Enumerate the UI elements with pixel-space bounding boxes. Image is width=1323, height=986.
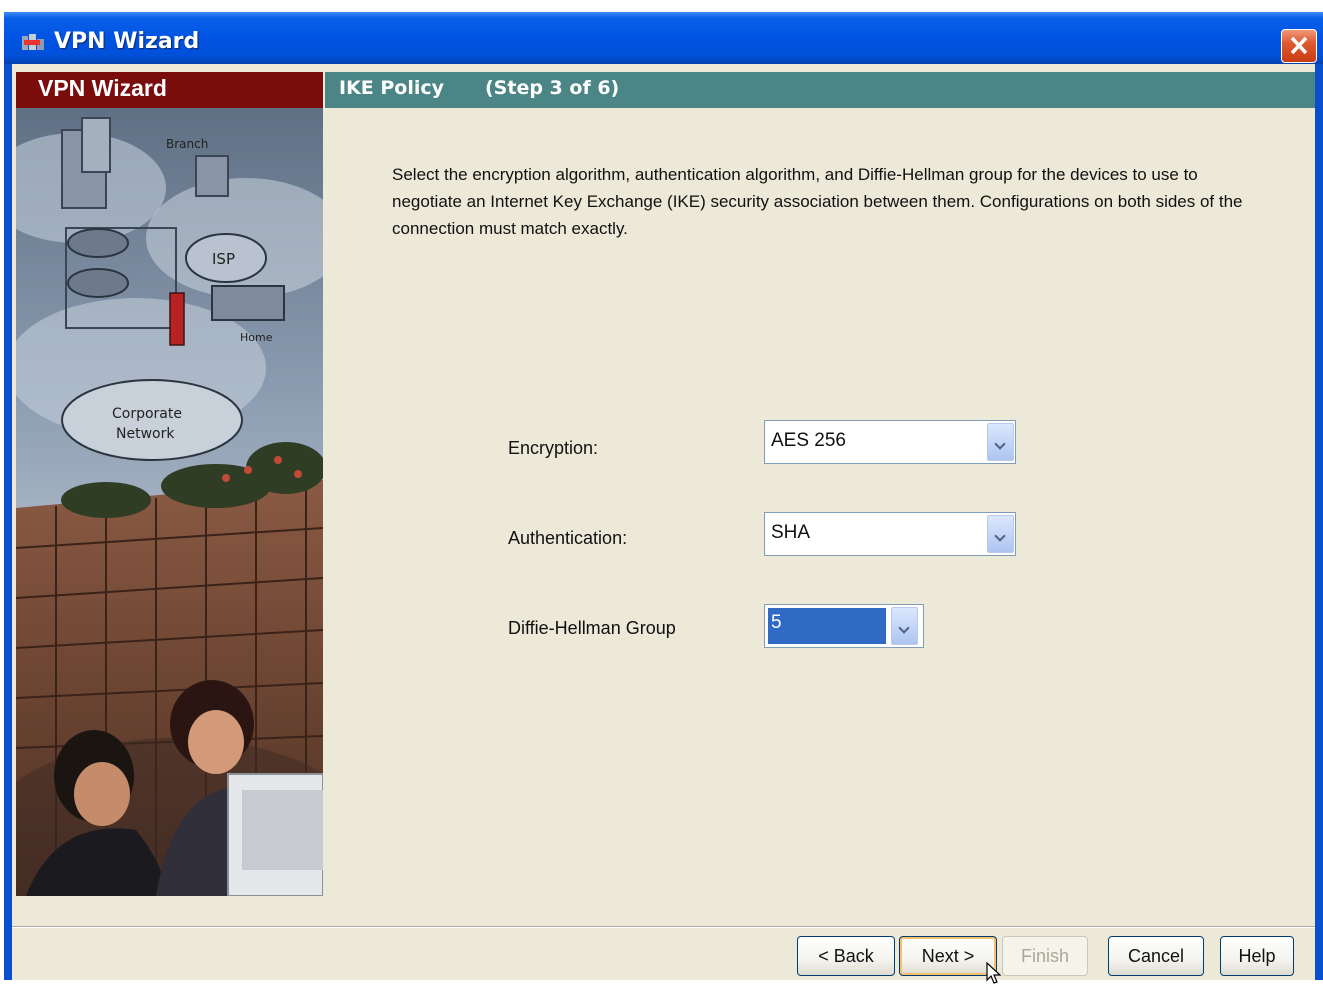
next-button[interactable]: Next > <box>899 936 997 976</box>
svg-text:Branch: Branch <box>166 137 208 151</box>
authentication-value: SHA <box>771 522 811 543</box>
svg-text:ISP: ISP <box>212 250 235 268</box>
svg-text:Corporate: Corporate <box>112 406 182 422</box>
close-button[interactable] <box>1281 29 1317 63</box>
encryption-value: AES 256 <box>771 430 846 451</box>
vpn-wizard-window: VPN Wizard VPN Wizard Branch ISP Home Co… <box>4 12 1323 984</box>
authentication-label: Authentication: <box>508 528 628 548</box>
authentication-dropdown-button[interactable] <box>987 515 1014 553</box>
wizard-illustration-panel: VPN Wizard Branch ISP Home Corporate Net… <box>16 72 323 896</box>
help-button[interactable]: Help <box>1220 936 1294 976</box>
step-header: IKE Policy (Step 3 of 6) <box>325 72 1315 108</box>
dh-group-combobox[interactable]: 5 <box>764 604 924 648</box>
dialog-client-area: VPN Wizard Branch ISP Home Corporate Net… <box>12 64 1315 984</box>
left-panel-title: VPN Wizard <box>38 75 167 101</box>
close-icon <box>1290 36 1308 55</box>
left-panel-header: VPN Wizard <box>16 72 323 108</box>
step-description: Select the encryption algorithm, authent… <box>392 165 1243 238</box>
finish-button[interactable]: Finish <box>1002 936 1088 976</box>
window-title: VPN Wizard <box>54 29 200 54</box>
mouse-cursor-icon <box>986 962 1002 984</box>
dh-group-dropdown-button[interactable] <box>891 607 918 645</box>
step-indicator: (Step 3 of 6) <box>485 77 620 99</box>
back-button[interactable]: < Back <box>797 936 895 976</box>
encryption-dropdown-button[interactable] <box>987 423 1014 461</box>
dh-group-label: Diffie-Hellman Group <box>508 618 676 638</box>
authentication-combobox[interactable]: SHA <box>764 512 1016 556</box>
cancel-button[interactable]: Cancel <box>1108 936 1204 976</box>
encryption-combobox[interactable]: AES 256 <box>764 420 1016 464</box>
button-bar-divider <box>12 926 1315 928</box>
dh-group-value: 5 <box>771 612 782 633</box>
vpn-wizard-app-icon <box>22 34 44 50</box>
page-title: IKE Policy <box>339 77 445 99</box>
vpn-network-illustration: Branch ISP Home Corporate Network <box>16 108 323 896</box>
title-bar[interactable]: VPN Wizard <box>4 12 1323 64</box>
dh-group-selection: 5 <box>768 608 886 644</box>
encryption-label: Encryption: <box>508 438 599 458</box>
svg-text:Network: Network <box>116 426 175 442</box>
svg-text:Home: Home <box>240 331 273 344</box>
